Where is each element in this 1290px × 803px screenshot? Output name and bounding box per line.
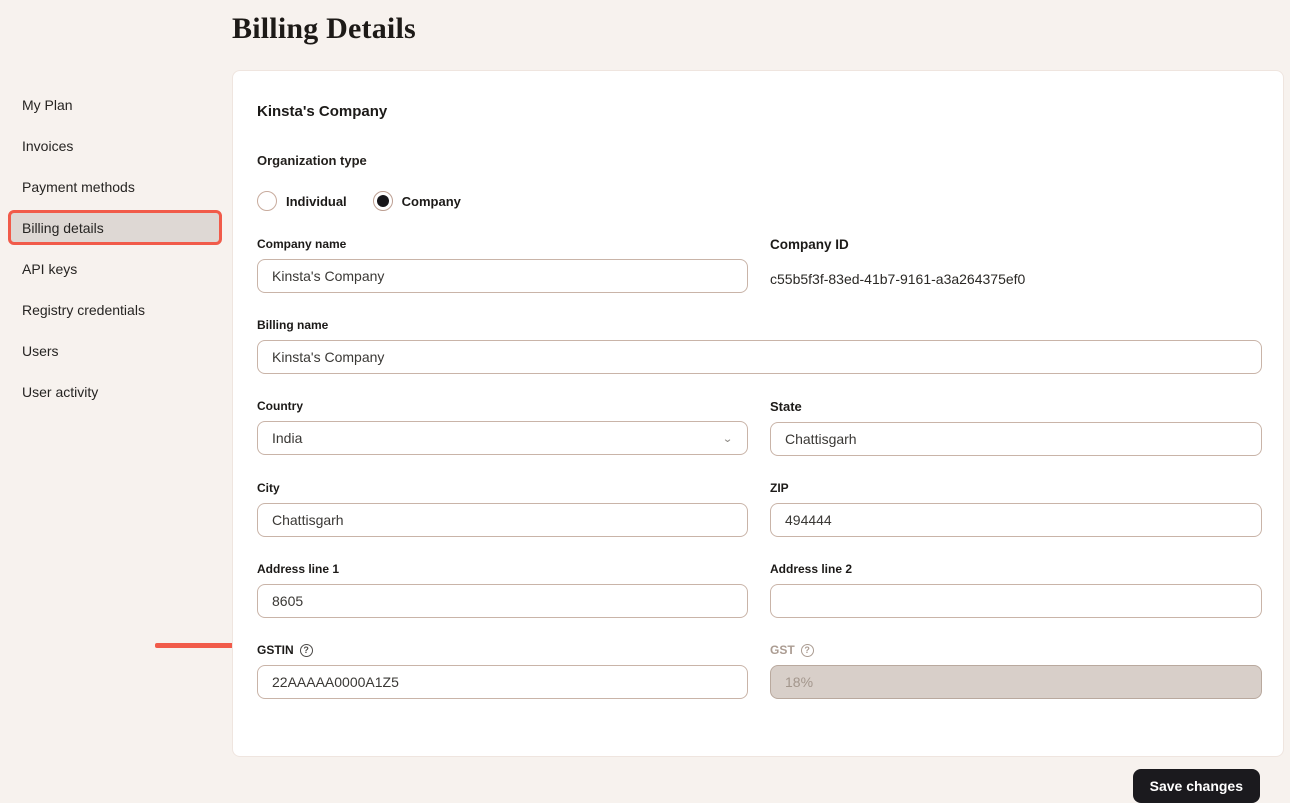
- address-line-2-label: Address line 2: [770, 562, 1262, 576]
- radio-company-label: Company: [402, 194, 461, 209]
- address-line-1-field-group: Address line 1: [257, 562, 748, 618]
- company-id-value: c55b5f3f-83ed-41b7-9161-a3a264375ef0: [770, 262, 1262, 287]
- company-name-field-group: Company name: [257, 237, 748, 293]
- gst-input: [770, 665, 1262, 699]
- address-line-1-input[interactable]: [257, 584, 748, 618]
- city-input[interactable]: [257, 503, 748, 537]
- company-id-label: Company ID: [770, 237, 1262, 252]
- sidebar-item-registry-credentials[interactable]: Registry credentials: [8, 292, 222, 327]
- billing-details-card: Kinsta's Company Organization type Indiv…: [232, 70, 1284, 757]
- zip-label: ZIP: [770, 481, 1262, 495]
- gst-label-text: GST: [770, 643, 795, 657]
- sidebar-item-payment-methods[interactable]: Payment methods: [8, 169, 222, 204]
- country-field-group: Country India ⌄: [257, 399, 748, 456]
- gst-help-icon[interactable]: ?: [801, 644, 814, 657]
- city-field-group: City: [257, 481, 748, 537]
- gstin-help-icon[interactable]: ?: [300, 644, 313, 657]
- state-label: State: [770, 399, 1262, 414]
- organization-type-label: Organization type: [257, 153, 1260, 168]
- gstin-label-text: GSTIN: [257, 643, 294, 657]
- organization-type-radio-group: Individual Company: [257, 191, 1260, 211]
- billing-form: Company name Company ID c55b5f3f-83ed-41…: [257, 237, 1260, 724]
- gstin-label: GSTIN ?: [257, 643, 748, 657]
- radio-company[interactable]: Company: [373, 191, 461, 211]
- gst-label: GST ?: [770, 643, 1262, 657]
- country-selected-value: India: [272, 430, 302, 446]
- state-input[interactable]: [770, 422, 1262, 456]
- radio-individual-label: Individual: [286, 194, 347, 209]
- sidebar-item-billing-details[interactable]: Billing details: [8, 210, 222, 245]
- company-name-label: Company name: [257, 237, 748, 251]
- card-footer: Save changes: [257, 769, 1260, 803]
- billing-name-input[interactable]: [257, 340, 1262, 374]
- address-line-2-input[interactable]: [770, 584, 1262, 618]
- gstin-input[interactable]: [257, 665, 748, 699]
- chevron-down-icon: ⌄: [722, 433, 733, 443]
- radio-individual-circle-icon: [257, 191, 277, 211]
- country-select[interactable]: India ⌄: [257, 421, 748, 455]
- save-changes-button[interactable]: Save changes: [1133, 769, 1260, 803]
- zip-field-group: ZIP: [770, 481, 1262, 537]
- sidebar-item-my-plan[interactable]: My Plan: [8, 87, 222, 122]
- radio-company-circle-icon: [373, 191, 393, 211]
- sidebar-item-user-activity[interactable]: User activity: [8, 374, 222, 409]
- zip-input[interactable]: [770, 503, 1262, 537]
- address-line-1-label: Address line 1: [257, 562, 748, 576]
- country-label: Country: [257, 399, 748, 413]
- billing-name-label: Billing name: [257, 318, 1262, 332]
- company-heading: Kinsta's Company: [257, 103, 1260, 120]
- radio-individual[interactable]: Individual: [257, 191, 347, 211]
- company-id-field-group: Company ID c55b5f3f-83ed-41b7-9161-a3a26…: [770, 237, 1262, 293]
- sidebar-item-api-keys[interactable]: API keys: [8, 251, 222, 286]
- billing-name-field-group: Billing name: [257, 318, 1262, 374]
- gstin-field-group: GSTIN ?: [257, 643, 748, 699]
- gst-field-group: GST ?: [770, 643, 1262, 699]
- address-line-2-field-group: Address line 2: [770, 562, 1262, 618]
- sidebar-item-users[interactable]: Users: [8, 333, 222, 368]
- state-field-group: State: [770, 399, 1262, 456]
- annotation-arrow-shaft: [155, 643, 239, 648]
- billing-details-page: Billing Details My Plan Invoices Payment…: [0, 0, 1290, 765]
- page-title: Billing Details: [232, 12, 416, 46]
- city-label: City: [257, 481, 748, 495]
- sidebar-nav: My Plan Invoices Payment methods Billing…: [0, 87, 232, 415]
- sidebar-item-invoices[interactable]: Invoices: [8, 128, 222, 163]
- company-name-input[interactable]: [257, 259, 748, 293]
